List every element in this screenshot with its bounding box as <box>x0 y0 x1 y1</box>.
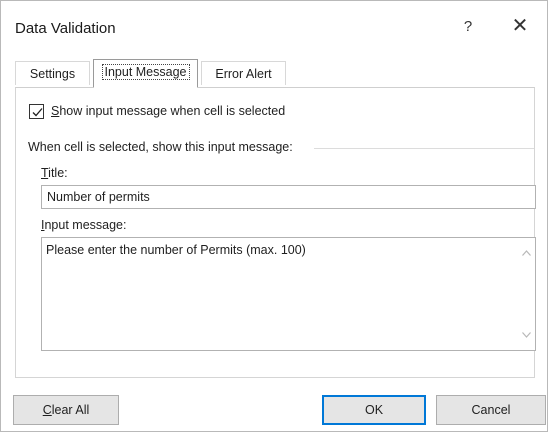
input-message-textarea[interactable]: Please enter the number of Permits (max.… <box>41 237 536 351</box>
input-message-panel: Show input message when cell is selected… <box>15 87 536 378</box>
tab-input-message[interactable]: Input Message <box>93 59 198 88</box>
show-input-message-label: Show input message when cell is selected <box>51 104 285 118</box>
data-validation-dialog: Data Validation ? ✕ Settings Input Messa… <box>0 0 548 432</box>
clear-all-button[interactable]: Clear All <box>13 395 119 425</box>
cancel-button[interactable]: Cancel <box>436 395 546 425</box>
chevron-down-icon <box>521 332 531 338</box>
clear-all-text: lear All <box>51 403 90 417</box>
chevron-up-icon <box>521 250 531 256</box>
input-message-field-label: Input message: <box>41 218 126 232</box>
title-label-text: itle: <box>48 166 68 180</box>
title-bar: Data Validation ? ✕ <box>1 1 547 51</box>
textarea-scrollbar[interactable] <box>518 239 534 349</box>
show-input-message-option[interactable]: Show input message when cell is selected <box>29 102 285 120</box>
checkmark-icon <box>32 107 43 116</box>
input-message-label-text: nput message: <box>44 218 127 232</box>
close-button[interactable]: ✕ <box>507 15 533 39</box>
section-divider <box>314 148 534 149</box>
title-field-label: Title: <box>41 166 68 180</box>
input-message-text: Please enter the number of Permits (max.… <box>46 243 306 257</box>
dialog-title: Data Validation <box>15 20 116 37</box>
tab-settings-label: Settings <box>29 67 76 81</box>
show-input-message-text: how input message when cell is selected <box>59 104 286 118</box>
show-input-message-checkbox[interactable] <box>29 103 44 119</box>
title-input[interactable]: Number of permits <box>41 185 536 209</box>
section-heading: When cell is selected, show this input m… <box>28 140 293 154</box>
tab-error-alert-label: Error Alert <box>215 67 272 81</box>
help-button[interactable]: ? <box>457 15 479 39</box>
tab-input-message-label: Input Message <box>101 64 190 80</box>
scroll-down-arrow[interactable] <box>518 327 534 343</box>
ok-button[interactable]: OK <box>322 395 426 425</box>
tab-settings[interactable]: Settings <box>15 61 90 85</box>
scroll-up-arrow[interactable] <box>518 245 534 261</box>
clear-all-accel: C <box>42 403 52 417</box>
tab-error-alert[interactable]: Error Alert <box>201 61 286 85</box>
